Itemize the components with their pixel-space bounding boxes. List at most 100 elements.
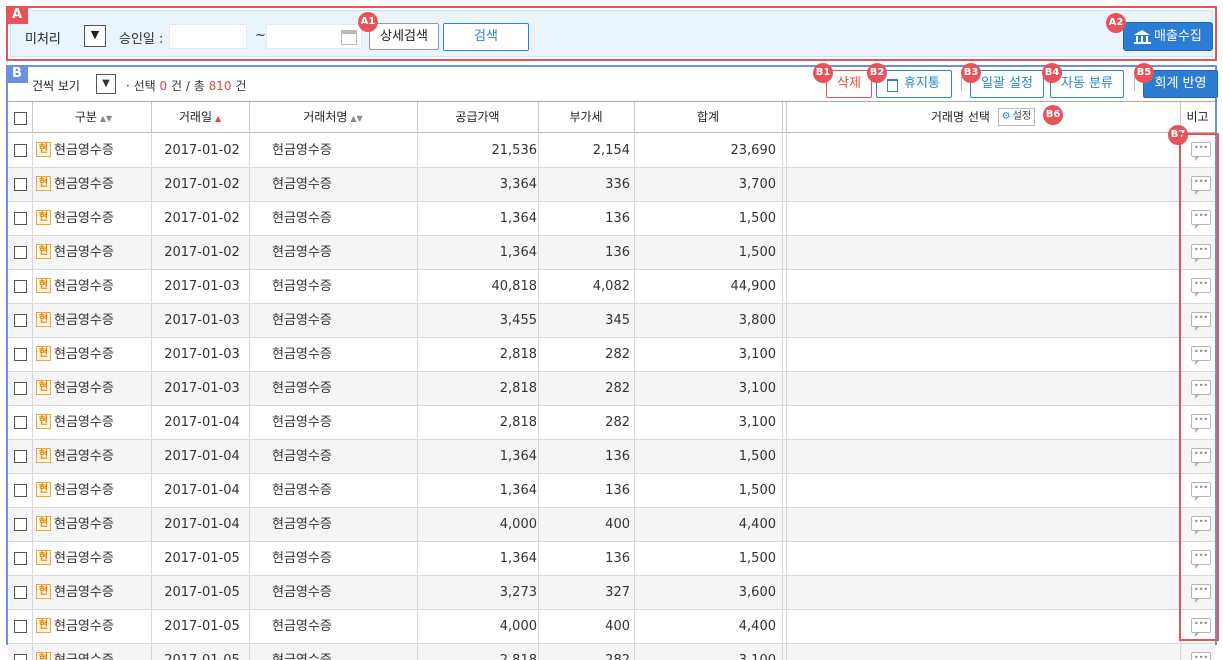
row-type: 현현금영수증: [36, 542, 151, 575]
memo-icon[interactable]: •••: [1191, 448, 1211, 467]
memo-icon[interactable]: •••: [1191, 142, 1211, 161]
memo-icon[interactable]: •••: [1191, 550, 1211, 569]
row-checkbox[interactable]: [14, 348, 27, 361]
row-checkbox[interactable]: [14, 314, 27, 327]
row-checkbox[interactable]: [14, 484, 27, 497]
row-checkbox[interactable]: [14, 246, 27, 259]
table-row[interactable]: 현 현금영수증 2017-01-04 현금영수증 2,818 282 3,100 •••: [8, 406, 1215, 440]
table-row[interactable]: 현 현금영수증 2017-01-03 현금영수증 2,818 282 3,100 •••: [8, 372, 1215, 406]
row-type: 현현금영수증: [36, 168, 151, 201]
row-transaction-name-select[interactable]: [786, 134, 1180, 167]
row-vat: 336: [605, 177, 630, 192]
table-row[interactable]: 현 현금영수증 2017-01-03 현금영수증 3,455 345 3,800 •••: [8, 304, 1215, 338]
row-transaction-name-select[interactable]: [786, 440, 1180, 473]
table-row[interactable]: 현 현금영수증 2017-01-02 현금영수증 1,364 136 1,500 •••: [8, 236, 1215, 270]
table-row[interactable]: 현 현금영수증 2017-01-02 현금영수증 3,364 336 3,700 •••: [8, 168, 1215, 202]
row-checkbox[interactable]: [14, 552, 27, 565]
accounting-reflect-button[interactable]: 회계 반영: [1143, 70, 1218, 98]
memo-icon[interactable]: •••: [1191, 346, 1211, 365]
col-date-header[interactable]: 거래일 ▲: [151, 102, 249, 132]
row-vendor: 현금영수증: [272, 619, 332, 634]
row-transaction-name-select[interactable]: [786, 474, 1180, 507]
trash-button[interactable]: 휴지통: [876, 70, 952, 98]
row-checkbox[interactable]: [14, 178, 27, 191]
row-transaction-name-select[interactable]: [786, 508, 1180, 541]
row-vendor: 현금영수증: [272, 245, 332, 260]
row-checkbox[interactable]: [14, 654, 27, 660]
row-transaction-name-select[interactable]: [786, 168, 1180, 201]
table-row[interactable]: 현현금영수증 2017-01-05 현금영수증 2,818282 3,100 •••: [8, 644, 1215, 660]
row-checkbox[interactable]: [14, 518, 27, 531]
sales-collect-button[interactable]: 매출수집: [1123, 22, 1213, 51]
cash-receipt-badge-icon: 현: [36, 516, 51, 531]
table-row[interactable]: 현 현금영수증 2017-01-04 현금영수증 1,364 136 1,500 •••: [8, 440, 1215, 474]
page-size-label: 건씩 보기: [32, 79, 80, 93]
row-vat: 136: [605, 483, 630, 498]
search-button[interactable]: 검색: [443, 23, 529, 51]
row-supply: 2,818: [499, 381, 537, 396]
memo-icon[interactable]: •••: [1191, 176, 1211, 195]
table-row[interactable]: 현 현금영수증 2017-01-05 현금영수증 3,273 327 3,600 •••: [8, 576, 1215, 610]
memo-icon[interactable]: •••: [1191, 618, 1211, 637]
memo-icon[interactable]: •••: [1191, 414, 1211, 433]
table-row[interactable]: 현 현금영수증 2017-01-03 현금영수증 40,818 4,082 44,900 ••…: [8, 270, 1215, 304]
row-type: 현현금영수증: [36, 134, 151, 167]
row-transaction-name-select[interactable]: [786, 406, 1180, 439]
row-date: 2017-01-05: [164, 585, 240, 600]
date-from-input[interactable]: [169, 24, 247, 49]
memo-icon[interactable]: •••: [1191, 210, 1211, 229]
status-select[interactable]: 미처리 ▼: [19, 25, 109, 47]
row-transaction-name-select[interactable]: [786, 338, 1180, 371]
memo-icon[interactable]: •••: [1191, 516, 1211, 535]
row-checkbox[interactable]: [14, 212, 27, 225]
row-transaction-name-select[interactable]: [786, 372, 1180, 405]
memo-icon[interactable]: •••: [1191, 312, 1211, 331]
row-transaction-name-select[interactable]: [786, 576, 1180, 609]
chevron-down-icon[interactable]: ▼: [84, 25, 106, 47]
row-checkbox[interactable]: [14, 450, 27, 463]
row-transaction-name-select[interactable]: [786, 644, 1180, 660]
row-checkbox[interactable]: [14, 144, 27, 157]
row-transaction-name-select[interactable]: [786, 202, 1180, 235]
table-row[interactable]: 현 현금영수증 2017-01-03 현금영수증 2,818 282 3,100 •••: [8, 338, 1215, 372]
annotation-a2: A2: [1106, 13, 1126, 33]
table-row[interactable]: 현 현금영수증 2017-01-05 현금영수증 4,000 400 4,400 •••: [8, 610, 1215, 644]
page-size-chevron-down-icon[interactable]: ▼: [96, 74, 116, 94]
col-type-header[interactable]: 구분 ▲▼: [36, 102, 151, 132]
table-row[interactable]: 현 현금영수증 2017-01-02 현금영수증 1,364 136 1,500 •••: [8, 202, 1215, 236]
calendar-icon[interactable]: [341, 30, 357, 45]
row-date: 2017-01-04: [164, 483, 240, 498]
advanced-search-button[interactable]: 상세검색: [369, 23, 439, 50]
row-transaction-name-select[interactable]: [786, 270, 1180, 303]
memo-icon[interactable]: •••: [1191, 584, 1211, 603]
col-vendor-header[interactable]: 거래처명 ▲▼: [249, 102, 417, 132]
row-vendor: 현금영수증: [272, 551, 332, 566]
table-row[interactable]: 현 현금영수증 2017-01-04 현금영수증 1,364 136 1,500 •••: [8, 474, 1215, 508]
row-supply: 2,818: [420, 644, 537, 660]
memo-icon[interactable]: •••: [1191, 482, 1211, 501]
row-transaction-name-select[interactable]: [786, 236, 1180, 269]
table-row[interactable]: 현 현금영수증 2017-01-02 현금영수증 21,536 2,154 23,690 ••…: [8, 134, 1215, 168]
bulk-setting-button[interactable]: 일괄 설정: [970, 70, 1044, 98]
bank-icon: [1134, 30, 1151, 44]
row-transaction-name-select[interactable]: [786, 304, 1180, 337]
table-row[interactable]: 현 현금영수증 2017-01-05 현금영수증 1,364 136 1,500 •••: [8, 542, 1215, 576]
memo-icon[interactable]: •••: [1191, 652, 1211, 660]
row-transaction-name-select[interactable]: [786, 610, 1180, 643]
memo-icon[interactable]: •••: [1191, 278, 1211, 297]
row-vendor: 현금영수증: [272, 483, 332, 498]
row-checkbox[interactable]: [14, 620, 27, 633]
select-setting-button[interactable]: ⚙ 설정: [997, 107, 1036, 126]
row-vendor: 현금영수증: [272, 585, 332, 600]
annotation-b5: B5: [1134, 63, 1154, 83]
row-checkbox[interactable]: [14, 586, 27, 599]
memo-icon[interactable]: •••: [1191, 244, 1211, 263]
row-checkbox[interactable]: [14, 382, 27, 395]
annotation-a: A: [6, 6, 28, 24]
row-transaction-name-select[interactable]: [786, 542, 1180, 575]
select-all-checkbox[interactable]: [14, 112, 27, 125]
row-checkbox[interactable]: [14, 280, 27, 293]
memo-icon[interactable]: •••: [1191, 380, 1211, 399]
row-checkbox[interactable]: [14, 416, 27, 429]
table-row[interactable]: 현 현금영수증 2017-01-04 현금영수증 4,000 400 4,400 •••: [8, 508, 1215, 542]
